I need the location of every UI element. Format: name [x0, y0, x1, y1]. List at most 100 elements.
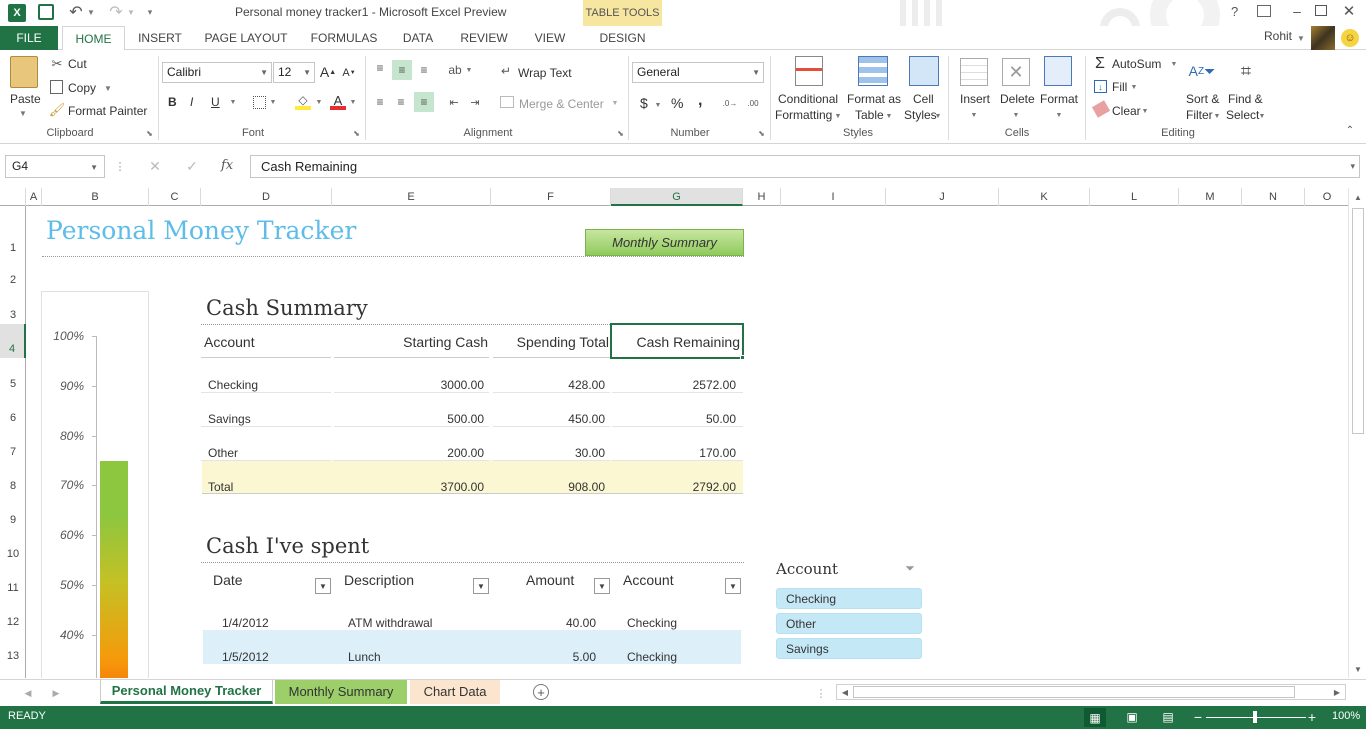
format-as-table-icon[interactable] [858, 56, 888, 86]
column-header[interactable]: G [611, 188, 743, 206]
column-header[interactable]: D [201, 188, 332, 206]
filter-dropdown-icon[interactable]: ▼ [473, 578, 489, 594]
summary-cell[interactable]: 200.00 [336, 446, 484, 460]
italic-button[interactable]: I [190, 95, 193, 109]
paste-button[interactable]: Paste [10, 92, 41, 106]
fill-dropdown-icon[interactable]: ▼ [1130, 82, 1138, 92]
sheet-tab-chart-data[interactable]: Chart Data [410, 680, 500, 704]
binoculars-icon[interactable]: ⌗ [1232, 58, 1260, 84]
underline-button[interactable]: U [211, 95, 220, 109]
column-header[interactable]: C [149, 188, 201, 206]
summary-cell[interactable]: Other [208, 446, 328, 460]
expense-cell[interactable]: Checking [627, 650, 727, 664]
fill-color-icon[interactable]: ◇ [295, 93, 311, 110]
decrease-indent-icon[interactable]: ⇤ [446, 94, 462, 110]
header-starting-cash[interactable]: Starting Cash [332, 334, 488, 350]
wrap-text-button[interactable]: Wrap Text [518, 66, 572, 80]
align-center-icon[interactable]: ≡ [393, 94, 409, 110]
zoom-in-icon[interactable]: + [1306, 709, 1318, 725]
expense-cell[interactable]: 1/5/2012 [222, 650, 302, 664]
chevron-down-icon[interactable]: ▼ [90, 157, 98, 178]
zoom-slider-thumb[interactable] [1253, 711, 1257, 723]
summary-cell[interactable]: 30.00 [496, 446, 605, 460]
summary-cell[interactable]: 500.00 [336, 412, 484, 426]
clear-dropdown-icon[interactable]: ▼ [1141, 106, 1149, 116]
merge-center-button[interactable]: Merge & Center [519, 97, 604, 111]
cell-styles-label2[interactable]: Styles [904, 108, 937, 122]
alignment-launcher-icon[interactable]: ⬊ [616, 129, 625, 138]
chevron-down-icon[interactable]: ▼ [752, 63, 760, 82]
slicer-item[interactable]: Savings [776, 638, 922, 659]
page-title[interactable]: Personal Money Tracker [46, 216, 356, 245]
chevron-down-icon[interactable]: ▼ [303, 63, 311, 82]
cell-styles-dropdown-icon[interactable]: ▼ [934, 111, 942, 121]
save-icon[interactable] [38, 4, 54, 20]
increase-indent-icon[interactable]: ⇥ [467, 94, 483, 110]
decrease-font-icon[interactable]: A ▼ [342, 66, 356, 80]
redo-icon[interactable]: ↷ [106, 2, 126, 22]
percent-button[interactable]: % [671, 95, 683, 111]
header-spending-total[interactable]: Spending Total [491, 334, 609, 350]
format-as-table-label2[interactable]: Table [855, 108, 884, 122]
total-cell[interactable]: 2792.00 [616, 480, 736, 494]
row-header[interactable]: 11 [0, 582, 26, 594]
page-layout-view-icon[interactable]: ▣ [1124, 709, 1140, 725]
cut-button[interactable]: Cut [68, 57, 87, 71]
restore-icon[interactable] [1315, 5, 1327, 16]
row-header[interactable]: 13 [0, 650, 26, 662]
scroll-thumb[interactable] [1352, 208, 1364, 434]
confirm-formula-icon[interactable]: ✓ [183, 157, 201, 175]
insert-function-button[interactable]: fx [221, 158, 233, 173]
borders-dropdown-icon[interactable]: ▼ [268, 97, 278, 107]
help-button[interactable]: ? [1231, 4, 1238, 19]
column-header[interactable]: M [1179, 188, 1242, 206]
row-header[interactable]: 12 [0, 616, 26, 628]
cancel-formula-icon[interactable]: ✕ [146, 157, 164, 175]
increase-font-icon[interactable]: A ▲ [320, 64, 336, 80]
autosum-icon[interactable]: Σ [1092, 55, 1108, 73]
smiley-icon[interactable]: ☺ [1341, 29, 1359, 47]
conditional-formatting-label2[interactable]: Formatting [775, 108, 832, 122]
expense-cell[interactable]: Lunch [348, 650, 498, 664]
fill-icon[interactable]: ↓ [1094, 80, 1107, 93]
tab-data[interactable]: DATA [392, 26, 444, 50]
borders-icon[interactable] [253, 96, 266, 109]
merge-center-icon[interactable] [500, 96, 514, 108]
next-sheet-icon[interactable]: ▶ [50, 686, 62, 700]
total-cell[interactable]: 908.00 [496, 480, 605, 494]
zoom-level[interactable]: 100% [1332, 710, 1360, 722]
expense-cell[interactable]: 40.00 [506, 616, 596, 630]
expand-formula-icon[interactable]: ▾ [1350, 156, 1355, 177]
fill-color-dropdown-icon[interactable]: ▼ [314, 97, 324, 107]
underline-dropdown-icon[interactable]: ▼ [228, 97, 238, 107]
cash-spent-heading[interactable]: Cash I've spent [206, 534, 369, 558]
expense-cell[interactable]: 5.00 [506, 650, 596, 664]
font-launcher-icon[interactable]: ⬊ [352, 129, 361, 138]
tab-view[interactable]: VIEW [524, 26, 576, 50]
collapse-ribbon-icon[interactable]: ⌃ [1344, 124, 1356, 136]
top-align-icon[interactable]: ≡ [372, 60, 388, 76]
expense-cell[interactable]: ATM withdrawal [348, 616, 498, 630]
name-box[interactable]: G4 ▼ [5, 155, 105, 178]
summary-cell[interactable]: 3000.00 [336, 378, 484, 392]
tab-formulas[interactable]: FORMULAS [302, 26, 386, 50]
tab-insert[interactable]: INSERT [130, 26, 190, 50]
column-header[interactable]: B [42, 188, 149, 206]
cell-styles-button[interactable]: Cell [913, 92, 934, 106]
ribbon-display-icon[interactable] [1257, 5, 1271, 17]
clear-filter-icon[interactable]: ⏷ [902, 560, 918, 576]
filter-dropdown-icon[interactable]: ▼ [725, 578, 741, 594]
slicer-item[interactable]: Checking [776, 588, 922, 609]
undo-icon[interactable]: ↶ [66, 2, 86, 22]
column-header[interactable]: A [26, 188, 42, 206]
find-select-button[interactable]: Find & [1228, 92, 1263, 106]
column-header[interactable]: L [1090, 188, 1179, 206]
clipboard-launcher-icon[interactable]: ⬊ [145, 129, 154, 138]
row-header[interactable]: 4 [0, 324, 26, 358]
insert-dropdown-icon[interactable]: ▼ [970, 110, 978, 120]
prev-sheet-icon[interactable]: ◀ [22, 686, 34, 700]
filter-dropdown-icon[interactable]: ▼ [315, 578, 331, 594]
find-select-label2[interactable]: Select [1226, 108, 1259, 122]
user-name[interactable]: Rohit [1264, 29, 1292, 43]
fill-button[interactable]: Fill [1112, 80, 1127, 94]
